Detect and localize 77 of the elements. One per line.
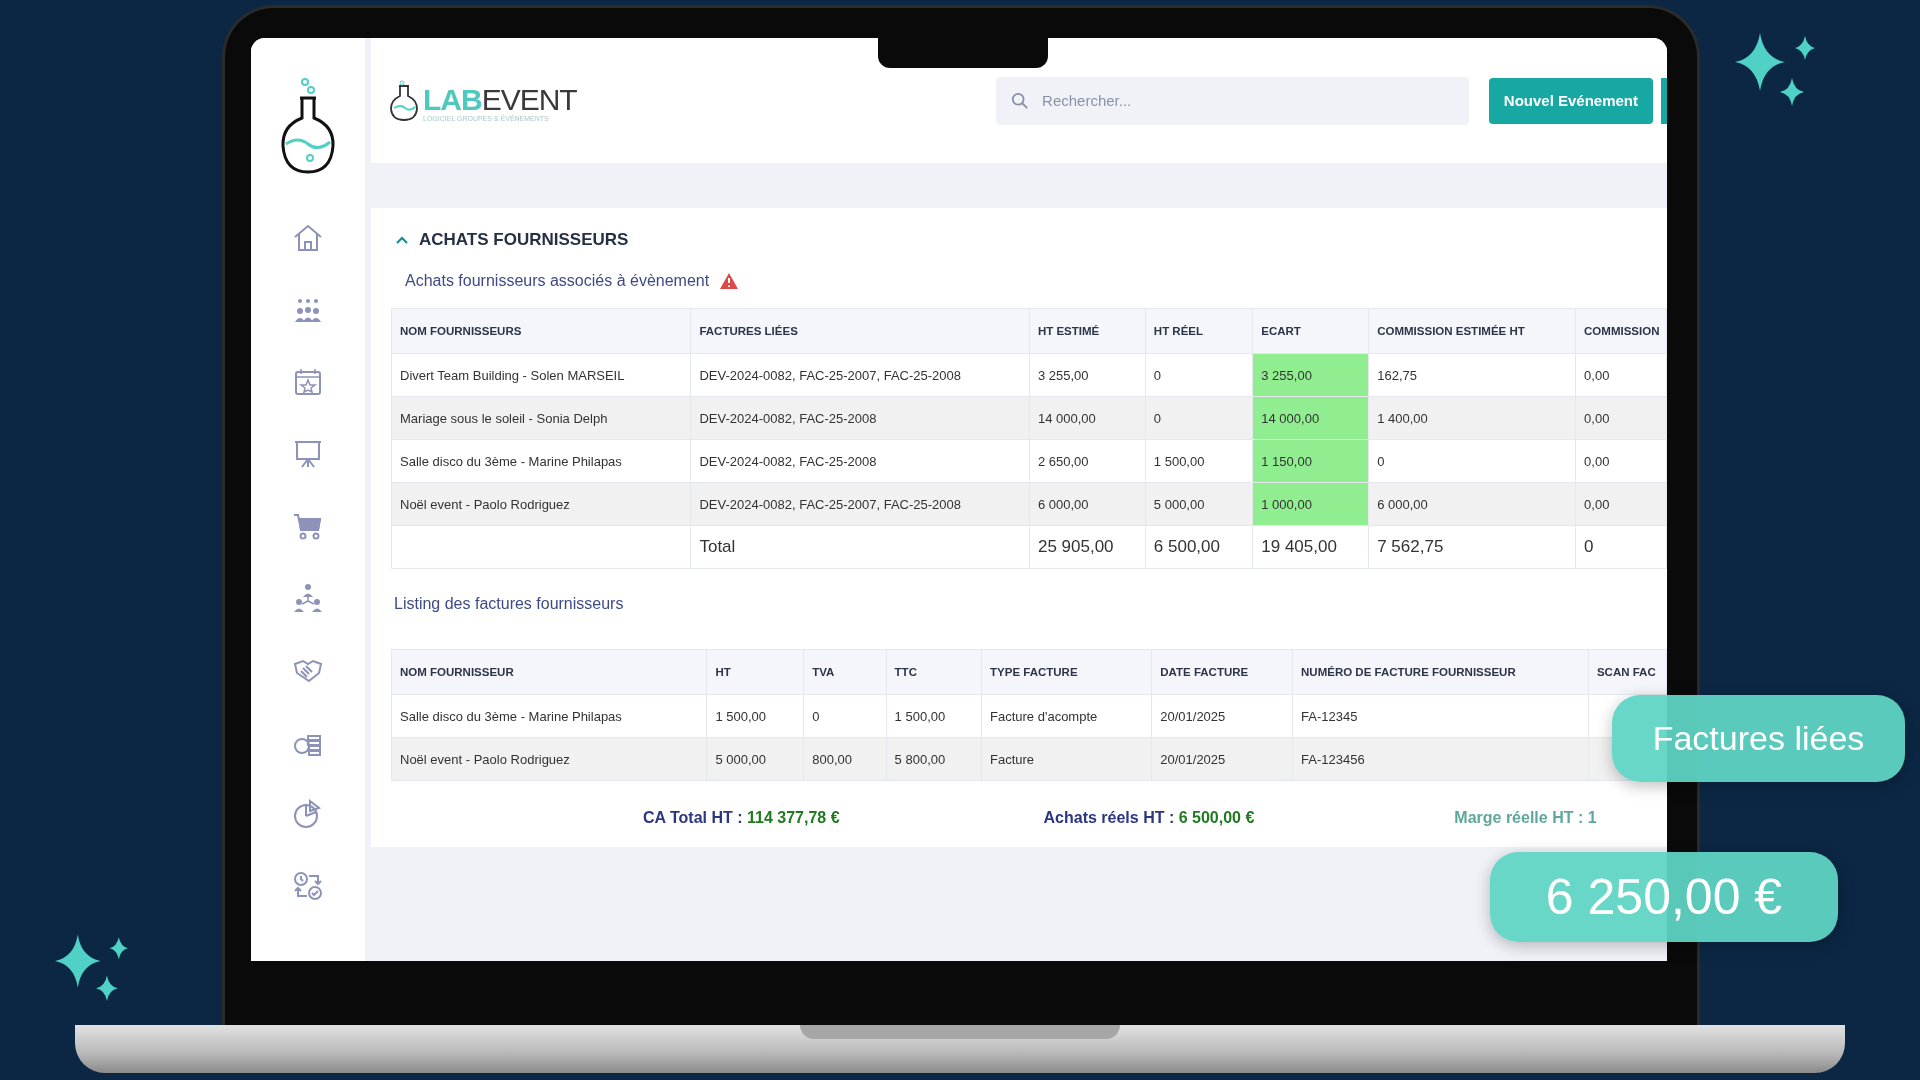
section-subtitle: Achats fournisseurs associés à évènement	[405, 272, 710, 290]
table-cell: 1 000,00	[1252, 482, 1369, 526]
table-cell: DEV-2024-0082, FAC-25-2007, FAC-25-2008	[690, 482, 1030, 526]
table-cell: 3 255,00	[1029, 353, 1146, 397]
search-icon	[1011, 91, 1030, 110]
chevron-icon[interactable]	[395, 235, 409, 245]
column-header: SCAN FAC	[1588, 649, 1667, 695]
column-header: NOM FOURNISSEURS	[391, 308, 691, 354]
column-header: COMMISSION ESTIMÉE HT	[1368, 308, 1576, 354]
table-cell: 20/01/2025	[1151, 694, 1293, 738]
column-header: NUMÉRO DE FACTURE FOURNISSEUR	[1292, 649, 1589, 695]
column-header: NOM FOURNISSEUR	[391, 649, 707, 695]
table-cell: Divert Team Building - Solen MARSEIL	[391, 353, 691, 397]
column-header: TVA	[803, 649, 887, 695]
table-cell: 1 400,00	[1368, 396, 1576, 440]
table-cell: Salle disco du 3ème - Marine Philapas	[391, 694, 707, 738]
summary-total: CA Total HT : 114 377,78 €	[643, 809, 840, 827]
table-cell: 2 650,00	[1029, 439, 1146, 483]
table-cell: 0,00	[1575, 396, 1667, 440]
section-title: ACHATS FOURNISSEURS	[419, 230, 629, 250]
table-cell: 0,00	[1575, 439, 1667, 483]
table-cell: 0	[803, 694, 887, 738]
table-cell: 5 800,00	[886, 737, 982, 781]
table-cell: 800,00	[803, 737, 887, 781]
brand-name: LABEVENT	[423, 84, 577, 115]
search-field[interactable]: Rechercher...	[996, 76, 1469, 125]
table-cell: 14 000,00	[1029, 396, 1146, 440]
total-cell: 7 562,75	[1368, 525, 1576, 569]
total-cell: 19 405,00	[1252, 525, 1369, 569]
table-cell: DEV-2024-0082, FAC-25-2007, FAC-25-2008	[690, 353, 1030, 397]
column-header: COMMISSION	[1575, 308, 1667, 354]
summary-total: Achats réels HT : 6 500,00 €	[1043, 809, 1255, 827]
table-cell: 5 000,00	[1145, 482, 1253, 526]
table-cell: 6 000,00	[1368, 482, 1576, 526]
flask-logo-icon	[389, 79, 419, 122]
table-cell: DEV-2024-0082, FAC-25-2008	[690, 396, 1030, 440]
table-cell: 6 000,00	[1029, 482, 1146, 526]
table-cell: FA-12345	[1292, 694, 1589, 738]
column-header: HT ESTIMÉ	[1029, 308, 1146, 354]
total-cell: 25 905,00	[1029, 525, 1146, 569]
table-cell: Salle disco du 3ème - Marine Philapas	[391, 439, 691, 483]
table-cell: 5 000,00	[706, 737, 804, 781]
table-cell: Noël event - Paolo Rodriguez	[391, 482, 691, 526]
table-cell: Noël event - Paolo Rodriguez	[391, 737, 707, 781]
table-cell: 0,00	[1575, 353, 1667, 397]
table-cell: 3 255,00	[1252, 353, 1369, 397]
column-header: DATE FACTURE	[1151, 649, 1293, 695]
table-cell: Facture d'acompte	[981, 694, 1152, 738]
column-header: HT	[706, 649, 804, 695]
table-cell: FA-123456	[1292, 737, 1589, 781]
table-cell: 162,75	[1368, 353, 1576, 397]
new-event-button[interactable]: Nouvel Evénement	[1488, 77, 1654, 124]
callout-badge: Factures liées	[1612, 695, 1905, 782]
table-cell: 14 000,00	[1252, 396, 1369, 440]
table-cell: 1 500,00	[886, 694, 982, 738]
column-header: HT RÉEL	[1145, 308, 1253, 354]
column-header: FACTURES LIÉES	[690, 308, 1030, 354]
table-cell: DEV-2024-0082, FAC-25-2008	[690, 439, 1030, 483]
table-cell: 0	[1145, 396, 1253, 440]
total-cell: 6 500,00	[1145, 525, 1253, 569]
column-header: TTC	[886, 649, 982, 695]
table-cell: 1 500,00	[1145, 439, 1253, 483]
table-cell: 0,00	[1575, 482, 1667, 526]
summary-total: Marge réelle HT : 1	[1454, 809, 1597, 827]
table-cell: Facture	[981, 737, 1152, 781]
table-cell: 0	[1145, 353, 1253, 397]
table-cell: 1 150,00	[1252, 439, 1369, 483]
table-cell: 20/01/2025	[1151, 737, 1293, 781]
table-cell: 1 500,00	[706, 694, 804, 738]
total-cell: 0	[1575, 525, 1667, 569]
callout-badge: 6 250,00 €	[1490, 852, 1838, 942]
listing-title: Listing des factures fournisseurs	[394, 595, 625, 613]
column-header: ECART	[1252, 308, 1369, 354]
column-header: TYPE FACTURE	[981, 649, 1152, 695]
table-cell: Mariage sous le soleil - Sonia Delph	[391, 396, 691, 440]
table-cell: 0	[1368, 439, 1576, 483]
total-label: Total	[690, 525, 1030, 569]
